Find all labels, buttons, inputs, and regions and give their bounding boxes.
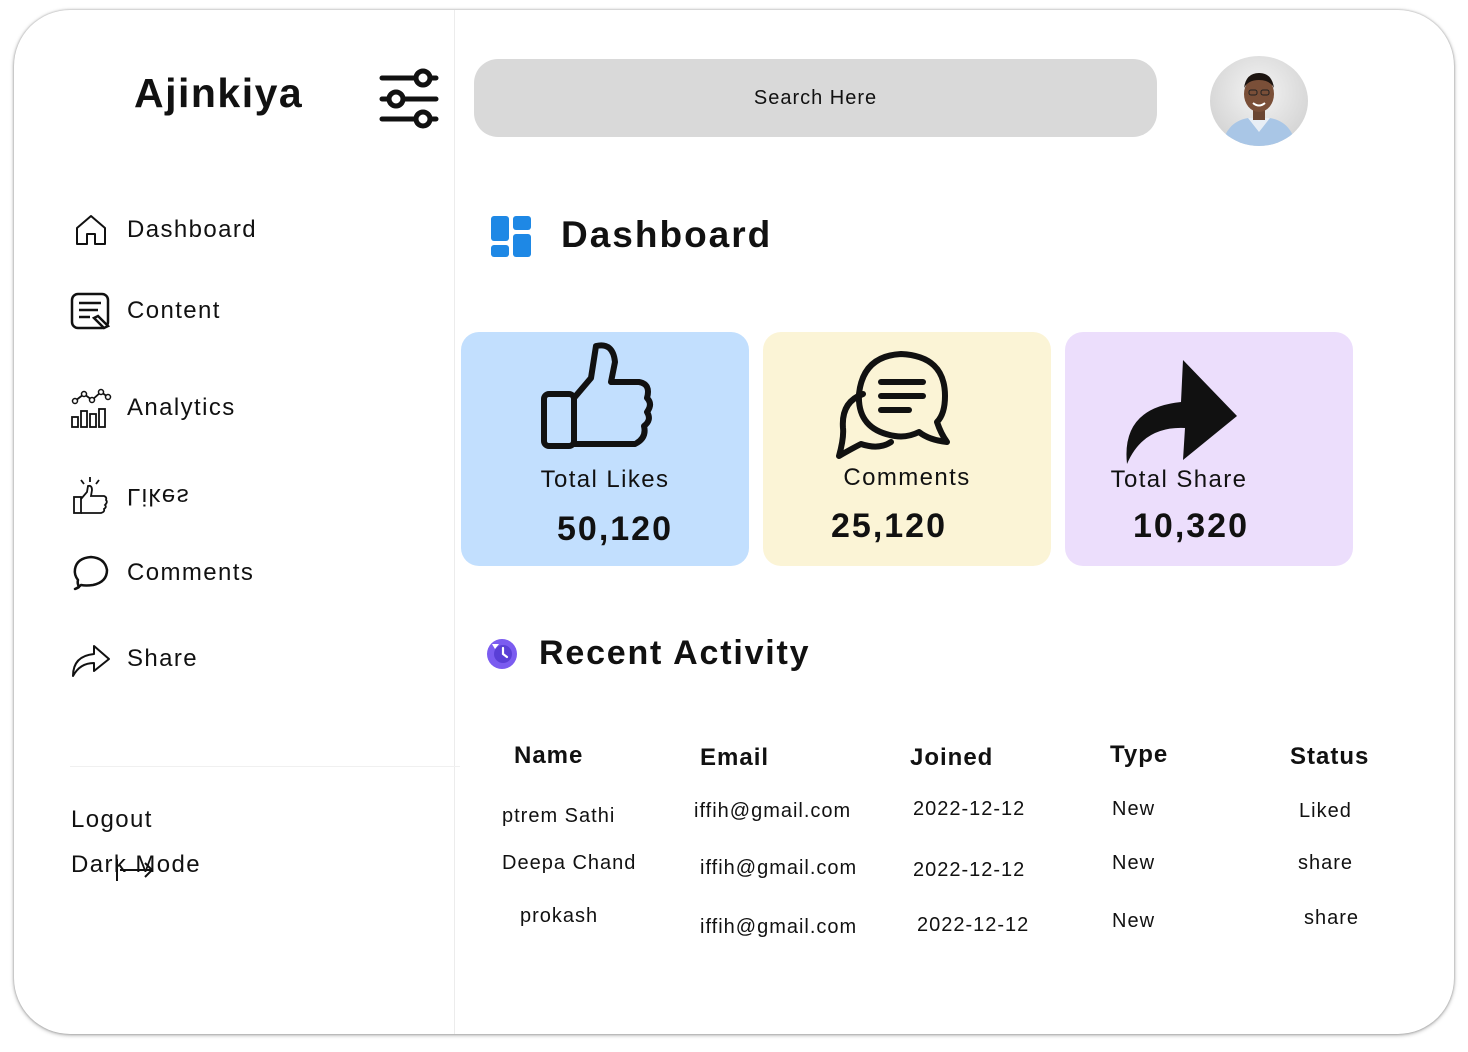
sidebar-item-content[interactable]: Content [70, 289, 221, 333]
brand-name: Ajinkiya [134, 70, 304, 116]
sidebar-separator [70, 766, 460, 767]
thumbs-up-icon [70, 475, 112, 517]
cell-joined: 2022-12-12 [917, 914, 1030, 936]
cell-status: share [1304, 907, 1360, 929]
page-title: Dashboard [561, 214, 773, 255]
sidebar-item-label: Content [127, 297, 221, 324]
recent-activity-icon [486, 638, 518, 670]
card-label: Total Likes [540, 466, 670, 493]
cell-email: iffih@gmail.com [700, 857, 858, 879]
cell-email: iffih@gmail.com [694, 800, 852, 822]
sidebar-item-label: Analytics [127, 394, 236, 421]
sidebar-item-label: Comments [127, 559, 255, 586]
search-input[interactable] [474, 59, 1157, 137]
card-label: Comments [843, 464, 971, 491]
sidebar-item-label: Likes [127, 483, 191, 510]
analytics-icon [70, 387, 112, 429]
comments-icon [835, 350, 951, 467]
home-icon [70, 209, 112, 251]
dark-mode-toggle[interactable]: Dark Mode [71, 851, 201, 881]
cell-name: prokash [520, 905, 599, 927]
sidebar-item-likes[interactable]: Likes [70, 474, 190, 518]
stat-card-comments[interactable]: Comments 25,120 [763, 332, 1051, 566]
cell-name: Deepa Chand [502, 852, 637, 874]
filter-sliders-icon[interactable] [378, 68, 440, 130]
content-edit-icon [70, 290, 112, 332]
sidebar-item-comments[interactable]: Comments [70, 551, 254, 595]
column-header-name: Name [514, 742, 584, 769]
share-arrow-icon [70, 638, 112, 680]
sidebar-item-share[interactable]: Share [70, 637, 198, 681]
card-label: Total Share [1110, 466, 1248, 493]
card-value: 25,120 [831, 507, 947, 545]
column-header-type: Type [1110, 741, 1169, 768]
card-value: 10,320 [1133, 507, 1249, 545]
user-avatar[interactable] [1210, 56, 1308, 146]
cell-status: Liked [1299, 800, 1352, 822]
column-header-email: Email [700, 744, 770, 771]
cell-status: share [1298, 852, 1354, 874]
card-value: 50,120 [557, 510, 673, 548]
speech-bubble-icon [70, 552, 112, 594]
sidebar-item-dashboard[interactable]: Dashboard [70, 208, 257, 252]
sidebar-item-label: Dashboard [127, 216, 258, 243]
app-window: Ajinkiya Dashboard [14, 10, 1454, 1034]
dashboard-grid-icon [491, 216, 533, 258]
cell-type: New [1112, 852, 1156, 874]
recent-activity-title: Recent Activity [539, 634, 811, 672]
column-header-joined: Joined [910, 744, 994, 771]
stat-card-total-likes[interactable]: Total Likes 50,120 [461, 332, 749, 566]
cell-type: New [1112, 798, 1156, 820]
sidebar-item-label: Share [127, 645, 199, 672]
cell-type: New [1112, 910, 1156, 932]
share-arrow-icon [1123, 352, 1239, 473]
cell-email: iffih@gmail.com [700, 916, 858, 938]
thumbs-up-icon [539, 336, 655, 457]
cell-joined: 2022-12-12 [913, 798, 1026, 820]
cell-name: ptrem Sathi [502, 805, 616, 827]
stat-card-total-share[interactable]: Total Share 10,320 [1065, 332, 1353, 566]
sidebar-item-analytics[interactable]: Analytics [70, 386, 236, 430]
logout-arrow-icon [115, 857, 155, 890]
cell-joined: 2022-12-12 [913, 859, 1026, 881]
column-header-status: Status [1290, 743, 1370, 770]
sidebar-divider [454, 10, 455, 1034]
logout-link[interactable]: Logout [71, 806, 153, 834]
